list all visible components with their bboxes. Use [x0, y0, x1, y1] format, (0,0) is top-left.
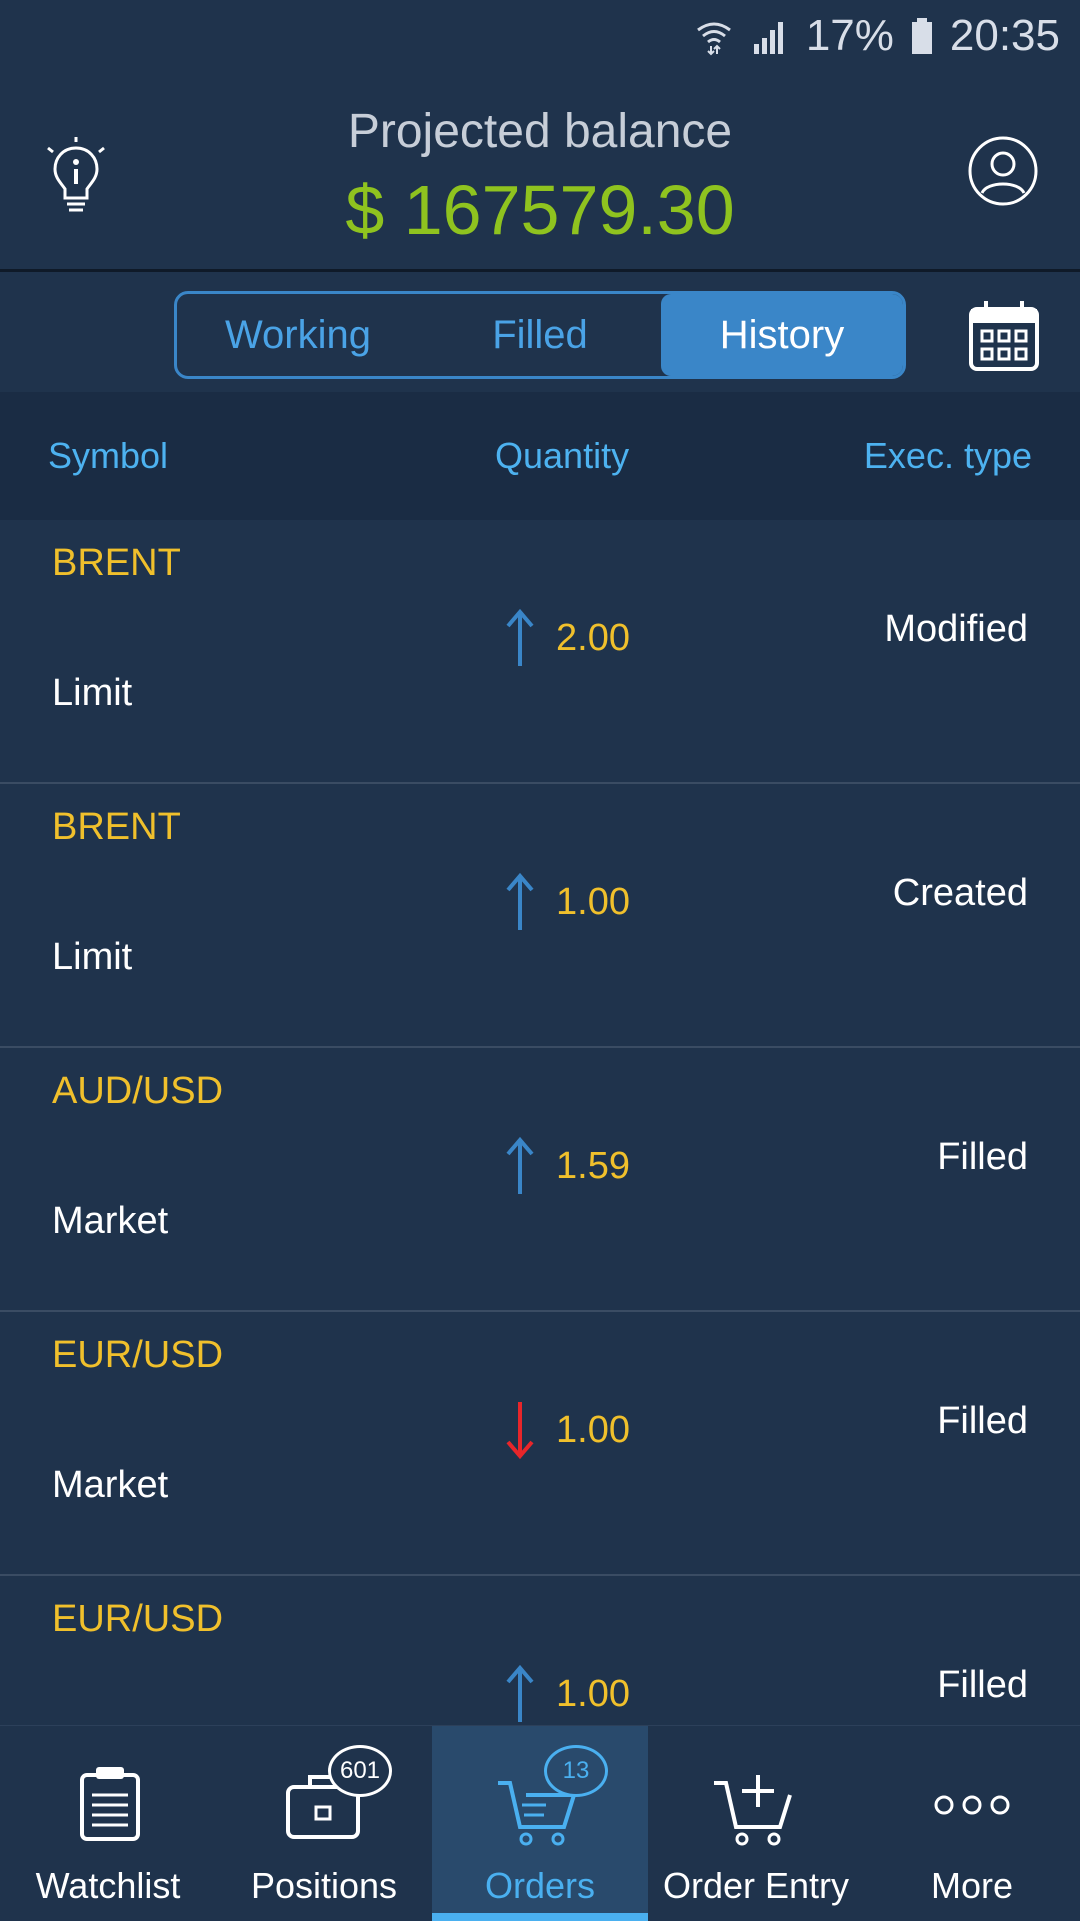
orders-badge: 13 [544, 1745, 608, 1797]
arrow-up-icon [502, 1136, 538, 1196]
positions-badge: 601 [328, 1745, 392, 1797]
order-quantity: 1.00 [502, 1400, 630, 1460]
order-row[interactable]: AUD/USD Market 1.59 Filled [0, 1048, 1080, 1312]
segment-row: Working Filled History [0, 272, 1080, 392]
column-exec-type: Exec. type [863, 435, 1032, 476]
order-type: Limit [52, 672, 133, 714]
header: Projected balance $ 167579.30 [0, 72, 1080, 272]
cart-plus-icon [714, 1775, 792, 1846]
wifi-icon [696, 22, 731, 56]
nav-orders-label: Orders [484, 1865, 596, 1906]
order-symbol: EUR/USD [52, 1334, 224, 1376]
orders-list: BRENT Limit 2.00 Modified BRENT Limit 1.… [0, 520, 1080, 1725]
signal-icon [753, 22, 783, 54]
page-title: Projected balance [347, 105, 733, 158]
more-icon [934, 1795, 1010, 1815]
order-quantity: 1.00 [502, 872, 630, 932]
nav-watchlist-label: Watchlist [35, 1865, 181, 1906]
order-symbol: EUR/USD [52, 1598, 224, 1640]
quantity-value: 1.59 [556, 1144, 630, 1187]
order-quantity: 2.00 [502, 608, 630, 668]
quantity-value: 1.00 [556, 880, 630, 923]
order-exec-type: Filled [937, 1136, 1028, 1178]
order-row[interactable]: BRENT Limit 1.00 Created [0, 784, 1080, 1048]
battery-percent: 17% [805, 11, 894, 60]
order-exec-type: Filled [937, 1664, 1028, 1706]
quantity-value: 2.00 [556, 616, 630, 659]
quantity-value: 1.00 [556, 1672, 630, 1715]
nav-order-entry-label: Order Entry [662, 1865, 850, 1906]
calendar-icon [969, 301, 1039, 371]
order-exec-type: Filled [937, 1400, 1028, 1442]
projected-balance: $ 167579.30 [345, 171, 735, 249]
bottom-nav: Watchlist 601 Positions 13 Orders Order … [0, 1725, 1080, 1921]
order-symbol: AUD/USD [52, 1070, 224, 1112]
column-symbol: Symbol [48, 435, 169, 476]
table-header: Symbol Quantity Exec. type [0, 392, 1080, 520]
clock: 20:35 [949, 11, 1060, 60]
nav-more[interactable]: More [864, 1726, 1080, 1921]
order-row[interactable]: BRENT Limit 2.00 Modified [0, 520, 1080, 784]
order-symbol: BRENT [52, 806, 181, 848]
order-symbol: BRENT [52, 542, 181, 584]
battery-icon [911, 18, 932, 54]
tab-filled[interactable]: Filled [419, 294, 661, 376]
nav-positions-label: Positions [250, 1865, 398, 1906]
date-filter-button[interactable] [966, 298, 1042, 374]
nav-orders[interactable]: 13 Orders [432, 1726, 648, 1921]
clipboard-icon [80, 1767, 140, 1841]
order-exec-type: Created [892, 872, 1028, 914]
order-type: Market [52, 1200, 169, 1242]
order-exec-type: Modified [884, 608, 1028, 650]
nav-more-label: More [930, 1865, 1014, 1906]
tab-working[interactable]: Working [177, 294, 419, 376]
order-quantity: 1.00 [502, 1664, 630, 1724]
column-quantity: Quantity [495, 435, 630, 476]
order-filter-segment: Working Filled History [174, 291, 906, 379]
order-quantity: 1.59 [502, 1136, 630, 1196]
arrow-down-icon [502, 1400, 538, 1460]
arrow-up-icon [502, 608, 538, 668]
order-type: Market [52, 1464, 169, 1506]
nav-watchlist[interactable]: Watchlist [0, 1726, 216, 1921]
status-bar: 17% 20:35 [0, 0, 1080, 72]
quantity-value: 1.00 [556, 1408, 630, 1451]
user-icon [968, 136, 1038, 206]
arrow-up-icon [502, 872, 538, 932]
tab-history[interactable]: History [661, 294, 903, 376]
nav-order-entry[interactable]: Order Entry [648, 1726, 864, 1921]
order-row[interactable]: EUR/USD Market 1.00 Filled [0, 1312, 1080, 1576]
nav-positions[interactable]: 601 Positions [216, 1726, 432, 1921]
order-row[interactable]: EUR/USD 1.00 Filled [0, 1576, 1080, 1725]
account-button[interactable] [966, 134, 1040, 208]
arrow-up-icon [502, 1664, 538, 1724]
order-type: Limit [52, 936, 133, 978]
